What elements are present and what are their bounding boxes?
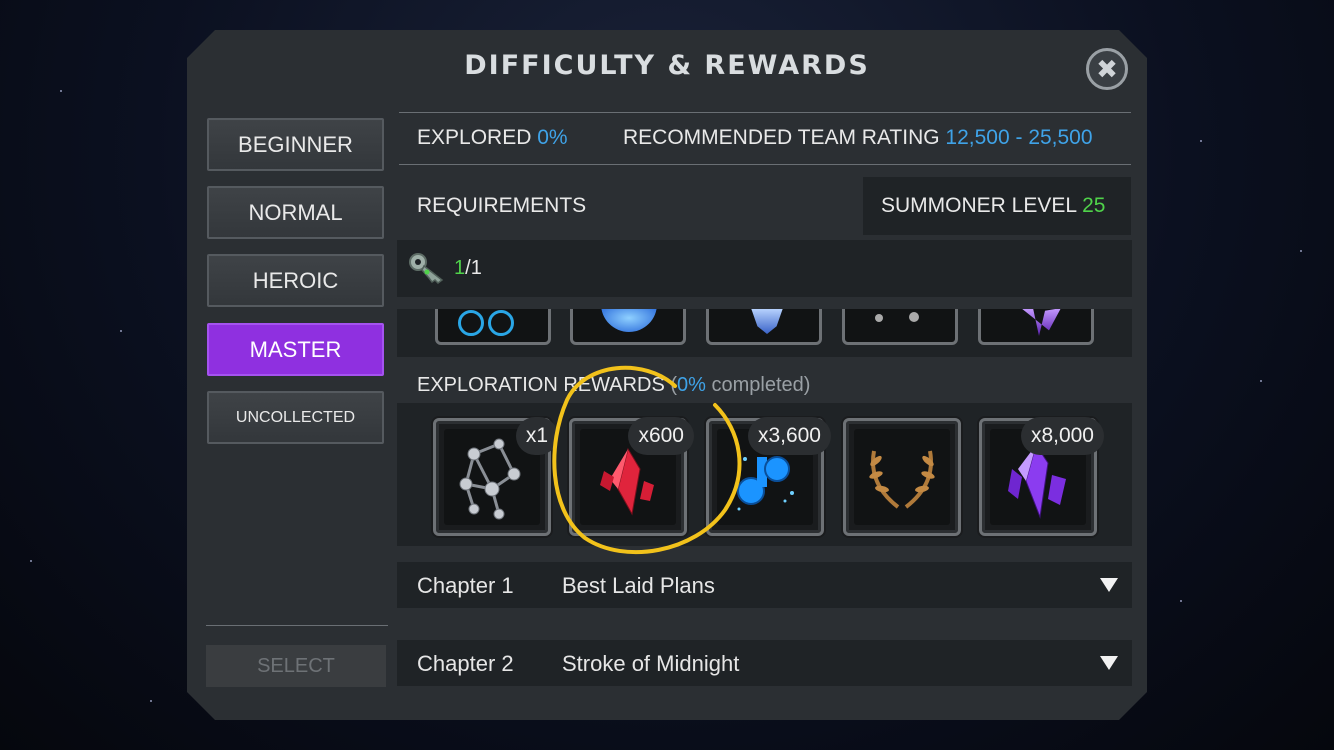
difficulty-heroic-button[interactable]: HEROIC	[207, 254, 384, 307]
highlight-annotation	[552, 365, 742, 555]
reward-slot[interactable]	[843, 418, 961, 536]
summoner-level-value: 25	[1082, 194, 1106, 217]
summoner-level-label: SUMMONER LEVEL	[881, 194, 1077, 217]
chapter-row[interactable]: Chapter 1 Best Laid Plans	[397, 562, 1132, 608]
close-icon[interactable]: ✖	[1086, 48, 1128, 90]
reward-slot[interactable]: x8,000	[979, 417, 1104, 536]
divider	[206, 625, 388, 626]
key-have: 1	[454, 257, 466, 279]
requirements-label: REQUIREMENTS	[417, 194, 587, 217]
reward-slot	[978, 309, 1094, 345]
difficulty-master-button[interactable]: MASTER	[207, 323, 384, 376]
dialog-title: DIFFICULTY & REWARDS	[464, 50, 870, 81]
summoner-level-text: SUMMONER LEVEL 25	[881, 194, 1105, 218]
scrolled-rewards-strip	[397, 309, 1132, 357]
chapter-name: Stroke of Midnight	[562, 651, 740, 676]
reward-slot	[706, 309, 822, 345]
reward-quantity: x3,600	[747, 417, 831, 455]
chapter-label: Chapter 2	[417, 651, 514, 676]
divider	[399, 164, 1131, 165]
bronze-laurel-icon	[869, 450, 935, 509]
explored-label: EXPLORED	[417, 126, 532, 149]
chapter-name: Best Laid Plans	[562, 573, 715, 598]
reward-slot[interactable]: x1	[433, 417, 558, 536]
team-rating-value: 12,500 - 25,500	[945, 126, 1093, 149]
explored-value: 0%	[537, 126, 568, 149]
key-icon	[408, 250, 448, 286]
reward-slot	[570, 309, 686, 345]
reward-quantity: x8,000	[1020, 417, 1104, 455]
key-requirement-row	[397, 240, 1132, 297]
difficulty-normal-button[interactable]: NORMAL	[207, 186, 384, 239]
chapter-label: Chapter 1	[417, 573, 514, 598]
select-button[interactable]: SELECT	[206, 645, 386, 687]
difficulty-uncollected-button[interactable]: UNCOLLECTED	[207, 391, 384, 444]
chevron-down-icon[interactable]	[1100, 578, 1118, 592]
chapter-row[interactable]: Chapter 2 Stroke of Midnight	[397, 640, 1132, 686]
key-need: 1	[470, 257, 482, 279]
team-rating-label: RECOMMENDED TEAM RATING	[623, 126, 940, 149]
team-rating-text: RECOMMENDED TEAM RATING 12,500 - 25,500	[623, 126, 1093, 150]
difficulty-beginner-button[interactable]: BEGINNER	[207, 118, 384, 171]
key-count: 1/1	[454, 257, 482, 280]
divider	[399, 112, 1131, 113]
reward-slot	[842, 309, 958, 345]
reward-slot	[435, 309, 551, 345]
chevron-down-icon[interactable]	[1100, 656, 1118, 670]
explored-text: EXPLORED 0%	[417, 126, 568, 150]
